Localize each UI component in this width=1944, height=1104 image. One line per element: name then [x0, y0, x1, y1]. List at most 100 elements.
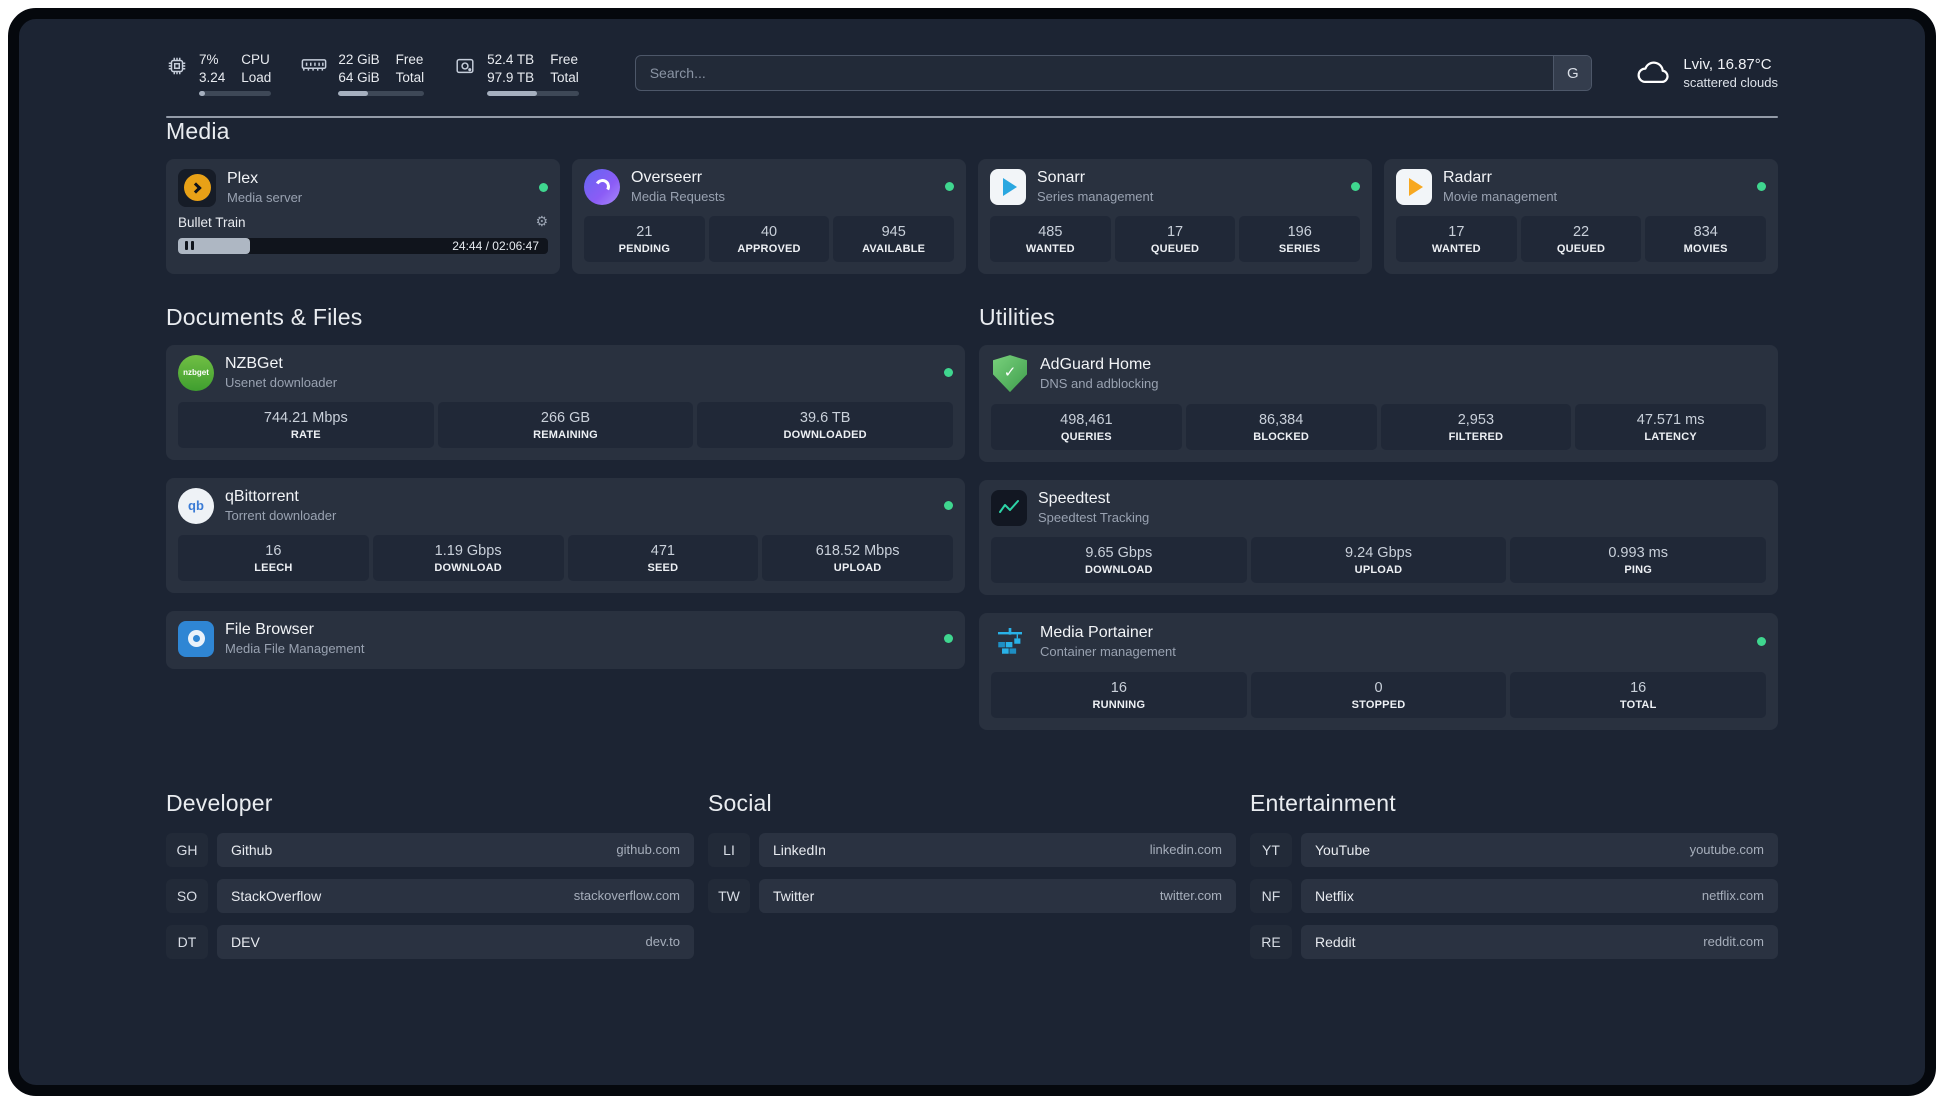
social-bookmarks: Social LI LinkedIn linkedin.com TW Twitt… [708, 790, 1236, 959]
bookmark-abbr: LI [708, 832, 750, 867]
filebrowser-card[interactable]: File Browser Media File Management [166, 610, 965, 669]
qbittorrent-card[interactable]: qb qBittorrent Torrent downloader 16 LEE… [166, 477, 965, 593]
stat-download: 1.19 Gbps DOWNLOAD [372, 534, 564, 581]
ram-icon [301, 55, 327, 75]
section-title-social: Social [708, 789, 772, 816]
service-name: AdGuard Home [1040, 356, 1152, 374]
cpu-percent: 7% [199, 52, 219, 67]
stat-approved: 40 APPROVED [708, 215, 830, 262]
ram-total-value: 64 GiB [338, 69, 380, 85]
sonarr-card[interactable]: Sonarr Series management 485 WANTED 17 Q… [978, 158, 1372, 274]
weather-location: Lviv, 16.87°C [1683, 56, 1772, 74]
bookmark-linkedin[interactable]: LI LinkedIn linkedin.com [708, 832, 1236, 867]
stat-upload: 9.24 Gbps UPLOAD [1250, 536, 1507, 583]
status-dot [944, 368, 953, 378]
disk-total-value: 97.9 TB [487, 69, 535, 85]
topbar-divider [166, 115, 1778, 118]
ram-label-bottom: Total [395, 69, 425, 85]
dashboard-window: 7% 3.24 CPU Load 22 GiB 64 GiB Free Tota… [8, 8, 1936, 1096]
bookmark-name: Twitter [773, 887, 815, 904]
nzbget-card[interactable]: nzbget NZBGet Usenet downloader 744.21 M… [166, 344, 965, 460]
stat-wanted: 17 WANTED [1396, 215, 1517, 262]
bookmark-url: github.com [616, 842, 680, 858]
bookmark-name: DEV [231, 933, 260, 950]
service-subtitle: Usenet downloader [225, 375, 338, 391]
plex-card[interactable]: Plex Media server Bullet Train ⚙ 24:44 /… [166, 158, 560, 274]
disk-label-bottom: Total [550, 69, 579, 85]
playback-progress-bar[interactable]: 24:44 / 02:06:47 [178, 237, 548, 254]
bookmark-youtube[interactable]: YT YouTube youtube.com [1250, 832, 1778, 867]
radarr-card[interactable]: Radarr Movie management 17 WANTED 22 QUE… [1384, 158, 1778, 274]
section-title-documents: Documents & Files [166, 303, 363, 330]
bookmark-abbr: GH [166, 832, 208, 867]
stat-downloaded: 39.6 TB DOWNLOADED [697, 401, 954, 448]
bookmark-url: reddit.com [1703, 934, 1764, 950]
search-input[interactable] [635, 65, 1554, 82]
service-subtitle: Media server [227, 190, 303, 206]
qbittorrent-icon: qb [178, 487, 214, 524]
bookmark-url: youtube.com [1689, 842, 1764, 858]
entertainment-bookmarks: Entertainment YT YouTube youtube.com NF … [1250, 790, 1778, 959]
service-subtitle: Speedtest Tracking [1038, 510, 1150, 526]
stat-series: 196 SERIES [1239, 215, 1361, 262]
status-dot [1757, 182, 1766, 192]
stat-movies: 834 MOVIES [1645, 215, 1767, 262]
bookmark-twitter[interactable]: TW Twitter twitter.com [708, 878, 1236, 913]
cpu-label-top: CPU [241, 52, 270, 67]
plex-icon [178, 168, 216, 207]
stat-ping: 0.993 ms PING [1510, 536, 1767, 583]
cpu-load-value: 3.24 [199, 69, 226, 85]
service-name: Plex [227, 170, 259, 188]
service-subtitle: Movie management [1443, 189, 1558, 205]
bookmark-abbr: TW [708, 878, 750, 913]
stat-queued: 17 QUEUED [1114, 215, 1236, 262]
bookmark-name: Reddit [1315, 933, 1356, 950]
service-subtitle: Torrent downloader [225, 508, 337, 524]
disk-icon [454, 55, 476, 77]
documents-column: Documents & Files nzbget NZBGet Usenet d… [166, 304, 965, 730]
stat-pending: 21 PENDING [584, 215, 705, 262]
sonarr-icon [990, 168, 1026, 205]
service-name: Radarr [1443, 169, 1492, 187]
bookmark-abbr: NF [1250, 878, 1292, 913]
adguard-icon [991, 355, 1029, 393]
stat-seed: 471 SEED [567, 534, 759, 581]
service-name: Speedtest [1038, 490, 1111, 508]
bookmark-stackoverflow[interactable]: SO StackOverflow stackoverflow.com [166, 878, 694, 913]
stat-stopped: 0 STOPPED [1250, 671, 1507, 718]
stat-rate: 744.21 Mbps RATE [178, 401, 434, 448]
portainer-icon [991, 623, 1029, 661]
bookmark-dev[interactable]: DT DEV dev.to [166, 924, 694, 959]
cpu-usage-bar [199, 90, 272, 96]
disk-label-top: Free [550, 52, 578, 67]
weather-condition: scattered clouds [1683, 75, 1778, 91]
service-subtitle: Media Requests [631, 189, 725, 205]
now-playing-widget: Bullet Train ⚙ 24:44 / 02:06:47 [178, 215, 548, 254]
search-provider-button[interactable]: G [1553, 56, 1592, 91]
service-name: qBittorrent [225, 488, 299, 506]
playback-time: 24:44 / 02:06:47 [452, 238, 539, 253]
service-name: File Browser [225, 621, 314, 639]
bookmark-url: stackoverflow.com [573, 888, 680, 904]
disk-free-value: 52.4 TB [487, 52, 535, 67]
ram-widget: 22 GiB 64 GiB Free Total [301, 51, 425, 96]
stat-download: 9.65 Gbps DOWNLOAD [991, 536, 1247, 583]
top-bar: 7% 3.24 CPU Load 22 GiB 64 GiB Free Tota… [166, 51, 1778, 96]
gear-icon[interactable]: ⚙ [535, 215, 548, 229]
speedtest-icon [991, 489, 1027, 526]
disk-usage-bar [487, 90, 579, 96]
overseerr-card[interactable]: Overseerr Media Requests 21 PENDING 40 A… [572, 158, 966, 274]
speedtest-card[interactable]: Speedtest Speedtest Tracking 9.65 Gbps D… [979, 479, 1778, 595]
bookmark-reddit[interactable]: RE Reddit reddit.com [1250, 924, 1778, 959]
service-subtitle: Series management [1037, 189, 1154, 205]
bookmark-url: twitter.com [1159, 888, 1222, 904]
bookmark-github[interactable]: GH Github github.com [166, 832, 694, 867]
pause-icon[interactable] [185, 241, 194, 251]
bookmark-name: YouTube [1315, 841, 1371, 858]
service-name: NZBGet [225, 355, 283, 373]
bookmark-netflix[interactable]: NF Netflix netflix.com [1250, 878, 1778, 913]
developer-bookmarks: Developer GH Github github.com SO StackO… [166, 790, 694, 959]
status-dot [1351, 182, 1360, 192]
portainer-card[interactable]: Media Portainer Container management 16 … [979, 612, 1778, 730]
adguard-card[interactable]: AdGuard Home DNS and adblocking 498,461 … [979, 344, 1778, 462]
